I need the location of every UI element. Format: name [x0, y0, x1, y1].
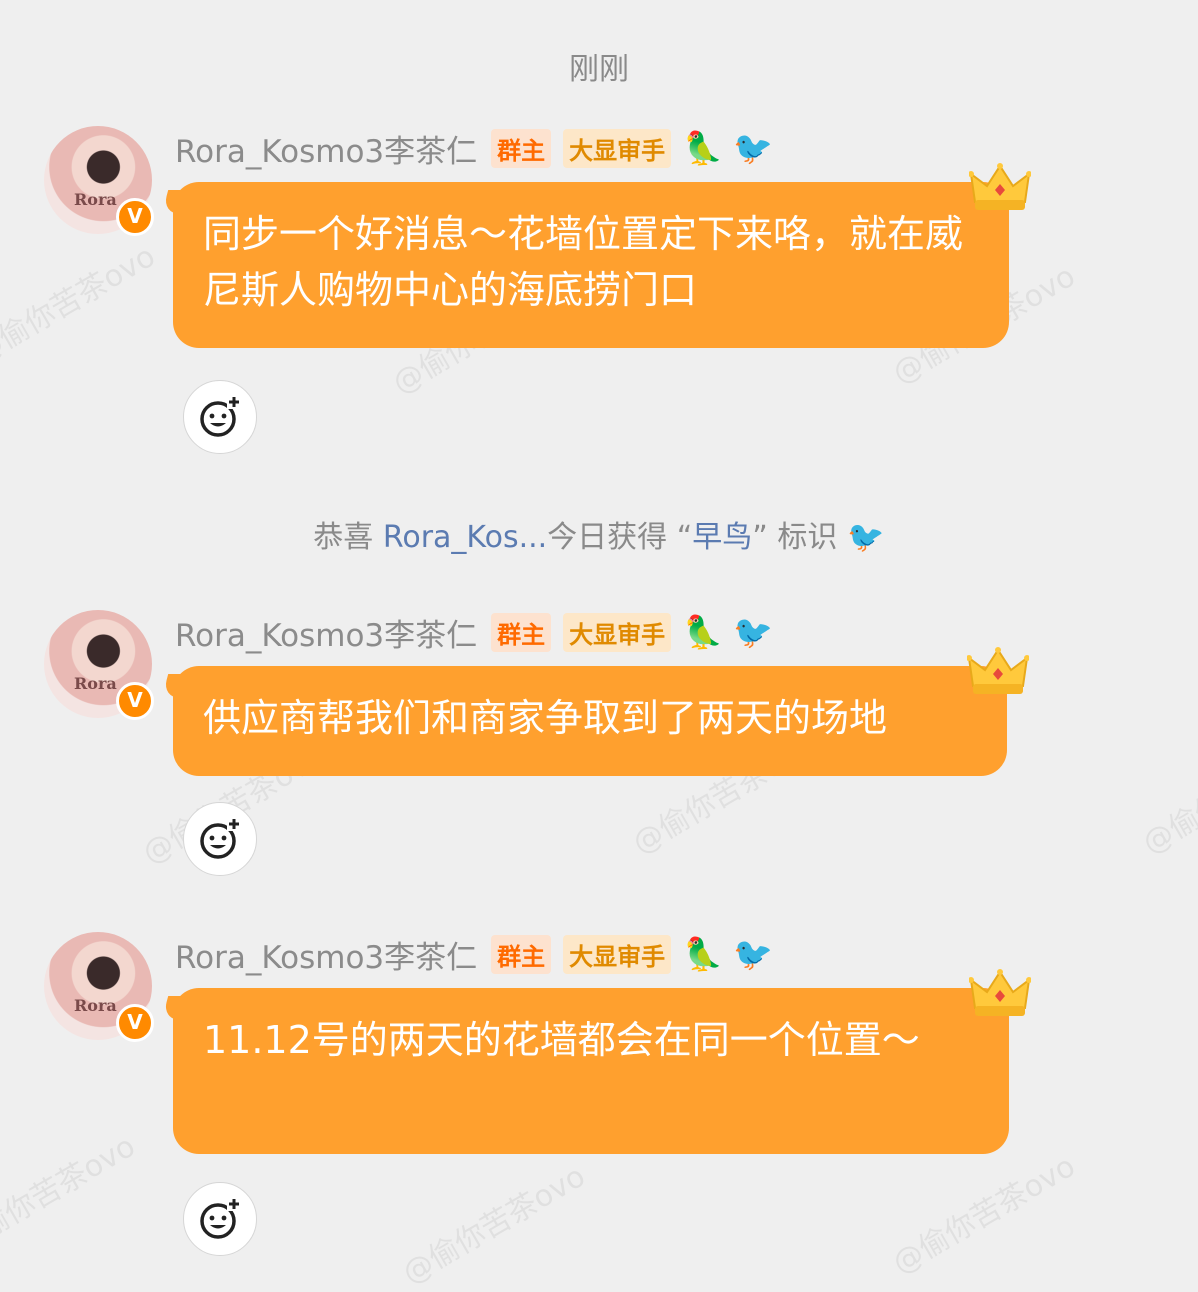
- message-text: 供应商帮我们和商家争取到了两天的场地: [203, 696, 888, 740]
- notice-user-link[interactable]: Rora_Kos...: [383, 520, 547, 555]
- sender-line: Rora_Kosmo3李茶仁 群主 大显审手 🦜 🐦: [175, 128, 783, 170]
- parrot-badge-icon: 🦜: [683, 935, 723, 973]
- watermark: @偷你苦茶ovo: [0, 1128, 142, 1262]
- smiley-plus-icon: [200, 395, 241, 437]
- smiley-plus-icon: [200, 1197, 241, 1239]
- verified-v-icon: V: [116, 682, 154, 720]
- add-reaction-button[interactable]: [183, 380, 257, 454]
- bird-badge-icon: 🐦: [733, 935, 773, 973]
- role-tag: 大显审手: [563, 128, 672, 168]
- bird-badge-icon: 🐦: [733, 613, 773, 651]
- message-bubble[interactable]: 供应商帮我们和商家争取到了两天的场地: [173, 647, 1029, 776]
- owner-tag: 群主: [491, 934, 552, 974]
- message-text: 同步一个好消息～花墙位置定下来咯，就在威尼斯人购物中心的海底捞门口: [203, 212, 964, 312]
- bird-icon: 🐦: [847, 520, 885, 555]
- message-bubble[interactable]: 11.12号的两天的花墙都会在同一个位置～: [173, 969, 1031, 1154]
- notice-suffix: ” 标识: [752, 520, 838, 555]
- crown-icon: [969, 969, 1031, 1016]
- notice-prefix: 恭喜: [313, 520, 383, 555]
- notice-middle: 今日获得 “: [547, 520, 693, 555]
- notice-badge-link[interactable]: 早鸟: [692, 520, 752, 555]
- system-notice: 恭喜 Rora_Kos...今日获得 “早鸟” 标识 🐦: [0, 512, 1198, 556]
- bird-badge-icon: 🐦: [733, 129, 773, 167]
- avatar-text: Rora: [74, 190, 117, 209]
- parrot-badge-icon: 🦜: [683, 613, 723, 651]
- sender-line: Rora_Kosmo3李茶仁 群主 大显审手 🦜 🐦: [175, 612, 783, 654]
- message-bubble[interactable]: 同步一个好消息～花墙位置定下来咯，就在威尼斯人购物中心的海底捞门口: [173, 163, 1031, 348]
- timestamp: 刚刚: [569, 52, 629, 87]
- parrot-badge-icon: 🦜: [683, 129, 723, 167]
- owner-tag: 群主: [491, 128, 552, 168]
- owner-tag: 群主: [491, 612, 552, 652]
- sender-line: Rora_Kosmo3李茶仁 群主 大显审手 🦜 🐦: [175, 934, 783, 976]
- role-tag: 大显审手: [563, 934, 672, 974]
- smiley-plus-icon: [200, 817, 241, 859]
- verified-v-icon: V: [116, 1004, 154, 1042]
- avatar-text: Rora: [74, 674, 117, 693]
- role-tag: 大显审手: [563, 612, 672, 652]
- username[interactable]: Rora_Kosmo3李茶仁: [175, 610, 477, 655]
- watermark: @偷你苦茶ovo: [1136, 728, 1198, 862]
- username[interactable]: Rora_Kosmo3李茶仁: [175, 932, 477, 977]
- crown-icon: [967, 647, 1029, 694]
- verified-v-icon: V: [116, 198, 154, 236]
- watermark: @偷你苦茶ovo: [886, 1148, 1082, 1282]
- crown-icon: [969, 163, 1031, 210]
- avatar-text: Rora: [74, 996, 117, 1015]
- add-reaction-button[interactable]: [183, 802, 257, 876]
- watermark: @偷你苦茶ovo: [396, 1158, 592, 1292]
- username[interactable]: Rora_Kosmo3李茶仁: [175, 126, 477, 171]
- watermark: @偷你苦茶ovo: [0, 238, 162, 372]
- add-reaction-button[interactable]: [183, 1182, 257, 1256]
- message-text: 11.12号的两天的花墙都会在同一个位置～: [203, 1018, 920, 1062]
